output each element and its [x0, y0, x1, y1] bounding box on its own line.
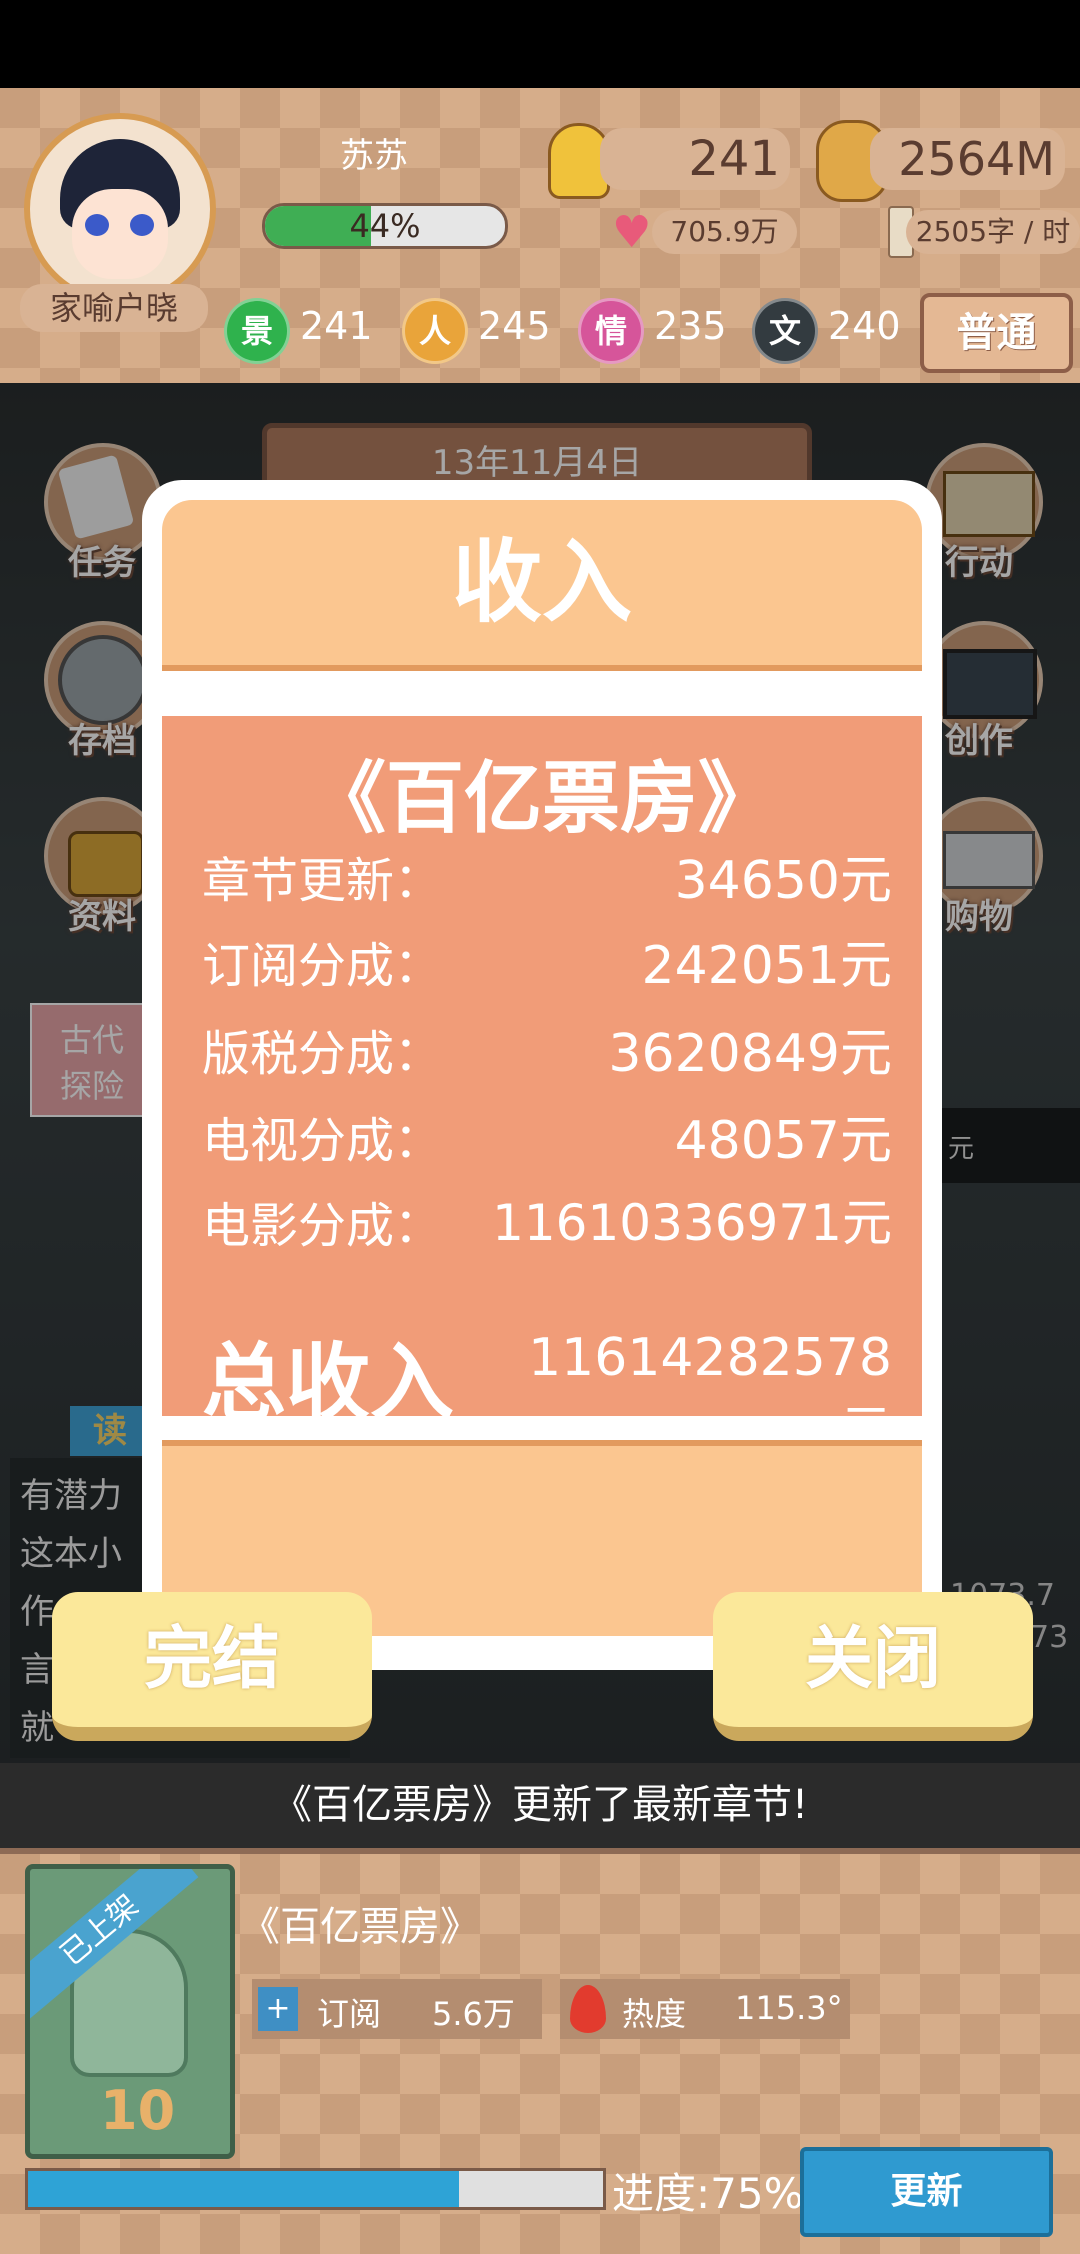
subscribe-label: 订阅	[317, 1995, 382, 2033]
income-breakdown: 《百亿票房》 章节更新： 34650元 订阅分成： 242051元 版税分成： …	[162, 716, 922, 1461]
book-cover[interactable]: 10 已上架	[25, 1864, 235, 2159]
subscribe-value: 5.6万	[432, 1995, 515, 2033]
income-dialog: 收入 《百亿票房》 章节更新： 34650元 订阅分成： 242051元 版税分…	[142, 480, 942, 1670]
avatar[interactable]	[24, 113, 216, 305]
character-stat-value: 245	[478, 304, 551, 348]
update-button[interactable]: 更新	[800, 2147, 1053, 2237]
scene-stat-value: 241	[300, 304, 373, 348]
scene-stat-icon: 景	[224, 298, 290, 364]
royalty-share-value: 3620849元	[608, 1024, 892, 1084]
writing-stat-icon: 文	[752, 298, 818, 364]
chapter-update-label: 章节更新：	[202, 853, 443, 909]
level-progress-text: 44%	[349, 207, 421, 245]
heat-value: 115.3°	[735, 1989, 843, 2027]
book-title: 《百亿票房》	[240, 1904, 480, 1950]
chapter-update-value: 34650元	[674, 851, 892, 911]
subscription-share-label: 订阅分成：	[202, 938, 443, 994]
book-panel: 10 已上架 《百亿票房》 + 订阅 5.6万 热度 115.3° 进度:75%…	[0, 1848, 1080, 2254]
tv-share-value: 48057元	[674, 1111, 892, 1171]
fans-count: 705.9万	[652, 210, 797, 254]
difficulty-button[interactable]: 普通	[920, 293, 1073, 373]
money-amount: 2564M	[870, 128, 1065, 190]
royalty-share-label: 版税分成：	[202, 1026, 443, 1082]
writing-stat-value: 240	[828, 304, 901, 348]
emotion-stat-value: 235	[654, 304, 727, 348]
player-name: 苏苏	[340, 136, 408, 176]
writing-speed: 2505字 / 时	[906, 210, 1080, 254]
cover-number: 10	[100, 2079, 176, 2142]
book-progress-text: 进度:75%	[612, 2169, 804, 2218]
fire-icon	[570, 1985, 606, 2033]
dialog-title: 收入	[452, 530, 632, 635]
tv-share-label: 电视分成：	[202, 1113, 443, 1169]
idea-count: 241	[600, 128, 790, 190]
book-progress-bar	[25, 2168, 606, 2210]
status-bar	[0, 0, 1080, 88]
book-progress-fill	[28, 2171, 460, 2207]
emotion-stat-icon: 情	[578, 298, 644, 364]
news-ticker: 《百亿票房》更新了最新章节!	[0, 1763, 1080, 1848]
dialog-header: 收入	[162, 500, 922, 671]
player-header: 家喻户晓 苏苏 44% 241 2564M ♥ 705.9万 2505字 / 时…	[0, 88, 1080, 383]
finish-button[interactable]: 完结	[52, 1592, 372, 1741]
heart-icon: ♥	[612, 207, 652, 258]
player-title: 家喻户晓	[20, 284, 208, 332]
subscribe-info: + 订阅 5.6万	[252, 1979, 542, 2039]
movie-share-value: 11610336971元	[492, 1194, 892, 1252]
heat-info: 热度 115.3°	[560, 1979, 850, 2039]
heat-label: 热度	[622, 1995, 687, 2033]
total-income-label: 总收入	[202, 1334, 455, 1432]
book-title-heading: 《百亿票房》	[307, 754, 776, 844]
subscription-share-value: 242051元	[641, 936, 892, 996]
character-stat-icon: 人	[402, 298, 468, 364]
movie-share-label: 电影分成：	[202, 1198, 443, 1254]
close-button[interactable]: 关闭	[713, 1592, 1033, 1741]
level-progress-bar: 44%	[262, 203, 508, 249]
plus-icon: +	[258, 1987, 298, 2031]
